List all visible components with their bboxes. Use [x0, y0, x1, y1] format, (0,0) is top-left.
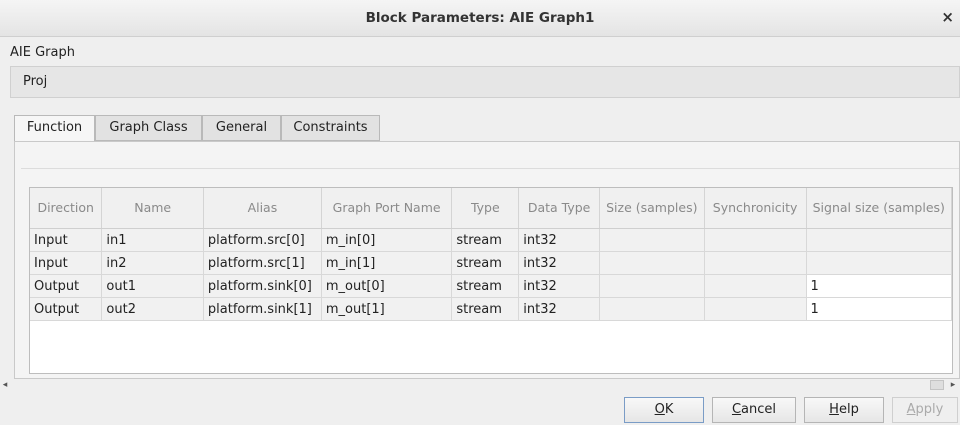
column-header[interactable]: Direction [30, 188, 103, 229]
table-cell: platform.sink[0] [203, 274, 322, 298]
apply-label: pply [915, 402, 944, 417]
ports-table-grid: Direction Name Alias Graph Port Name Typ… [30, 188, 952, 321]
cancel-label: ancel [741, 402, 777, 417]
apply-button[interactable]: Apply [892, 397, 958, 423]
scrollbar-thumb[interactable] [930, 380, 944, 390]
column-header[interactable]: Synchronicity [704, 188, 807, 229]
table-cell [599, 297, 705, 321]
ok-button[interactable]: OK [624, 397, 704, 423]
apply-mnemonic: A [906, 402, 916, 417]
column-header[interactable]: Data Type [518, 188, 600, 229]
ok-label: K [664, 402, 674, 417]
table-cell: Output [30, 274, 103, 298]
table-row[interactable]: Output out1 platform.sink[0] m_out[0] st… [30, 274, 952, 298]
block-type-label: AIE Graph [10, 45, 75, 60]
signal-size-cell[interactable]: 1 [806, 274, 952, 298]
ports-table: Direction Name Alias Graph Port Name Typ… [29, 187, 953, 374]
table-cell: platform.src[1] [203, 251, 322, 275]
table-cell [599, 274, 705, 298]
section-label: Proj [23, 74, 48, 89]
column-header[interactable]: Signal size (samples) [806, 188, 952, 229]
table-cell [599, 251, 705, 275]
table-cell [704, 251, 807, 275]
tab-general[interactable]: General [202, 115, 281, 141]
horizontal-scrollbar[interactable]: ◂ ▸ [0, 379, 960, 391]
table-cell: platform.src[0] [203, 228, 322, 252]
table-cell: stream [451, 274, 520, 298]
cancel-mnemonic: C [731, 402, 742, 417]
column-header[interactable]: Alias [203, 188, 322, 229]
table-cell: out2 [101, 297, 204, 321]
table-cell: stream [451, 251, 520, 275]
table-header-row: Direction Name Alias Graph Port Name Typ… [30, 188, 952, 229]
window-title: Block Parameters: AIE Graph1 [365, 10, 595, 26]
column-header[interactable]: Graph Port Name [321, 188, 453, 229]
table-cell: m_out[1] [321, 297, 453, 321]
table-cell: platform.sink[1] [203, 297, 322, 321]
help-button[interactable]: Help [804, 397, 884, 423]
table-cell: int32 [518, 297, 600, 321]
table-cell: m_out[0] [321, 274, 453, 298]
help-mnemonic: H [829, 402, 839, 417]
table-cell: Input [30, 251, 103, 275]
tab-graph-class[interactable]: Graph Class [95, 115, 202, 141]
arrow-left-icon[interactable]: ◂ [0, 379, 10, 391]
table-cell: Output [30, 297, 103, 321]
tab-constraints[interactable]: Constraints [281, 115, 380, 141]
table-cell [704, 228, 807, 252]
table-cell: int32 [518, 251, 600, 275]
divider [21, 168, 959, 169]
ok-mnemonic: O [654, 402, 665, 417]
table-cell: in2 [101, 251, 204, 275]
signal-size-cell[interactable]: 1 [806, 297, 952, 321]
table-row[interactable]: Input in1 platform.src[0] m_in[0] stream… [30, 228, 952, 252]
table-cell: m_in[0] [321, 228, 453, 252]
table-cell: stream [451, 297, 520, 321]
table-cell: in1 [101, 228, 204, 252]
column-header[interactable]: Name [101, 188, 204, 229]
table-cell: out1 [101, 274, 204, 298]
table-row[interactable]: Input in2 platform.src[1] m_in[1] stream… [30, 251, 952, 275]
table-cell: m_in[1] [321, 251, 453, 275]
cancel-button[interactable]: Cancel [712, 397, 796, 423]
section-header-proj[interactable]: Proj [10, 66, 960, 98]
table-cell [704, 297, 807, 321]
help-label: elp [838, 402, 859, 417]
table-cell [599, 228, 705, 252]
table-cell: int32 [518, 228, 600, 252]
close-icon[interactable]: × [941, 8, 954, 26]
arrow-right-icon[interactable]: ▸ [948, 379, 958, 391]
column-header[interactable]: Type [451, 188, 520, 229]
table-cell [806, 228, 952, 252]
table-cell: Input [30, 228, 103, 252]
tab-function[interactable]: Function [14, 115, 95, 142]
column-header[interactable]: Size (samples) [599, 188, 705, 229]
table-cell: stream [451, 228, 520, 252]
table-row[interactable]: Output out2 platform.sink[1] m_out[1] st… [30, 297, 952, 321]
table-cell: int32 [518, 274, 600, 298]
table-cell [704, 274, 807, 298]
function-panel: Direction Name Alias Graph Port Name Typ… [14, 141, 960, 379]
title-bar: Block Parameters: AIE Graph1 × [0, 0, 960, 37]
table-cell [806, 251, 952, 275]
